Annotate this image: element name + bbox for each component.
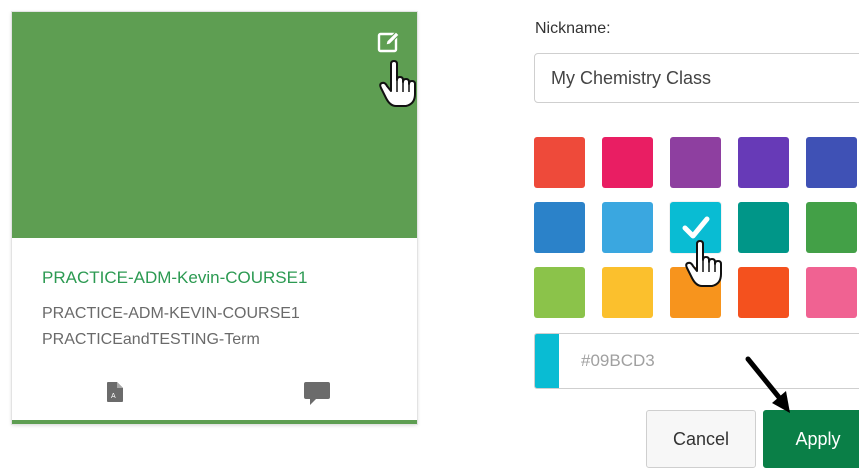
color-swatch[interactable] [670, 267, 721, 318]
course-card-title[interactable]: PRACTICE-ADM-Kevin-COURSE1 [42, 268, 307, 288]
color-swatch[interactable] [534, 267, 585, 318]
color-swatch[interactable] [806, 137, 857, 188]
color-swatch[interactable] [738, 137, 789, 188]
color-swatch[interactable] [806, 202, 857, 253]
color-swatch[interactable] [738, 267, 789, 318]
hex-color-preview [535, 334, 559, 388]
edit-icon[interactable] [377, 30, 401, 54]
nickname-label: Nickname: [535, 20, 611, 37]
chat-icon[interactable] [304, 382, 330, 406]
color-swatch[interactable] [602, 267, 653, 318]
course-card[interactable]: PRACTICE-ADM-Kevin-COURSE1 PRACTICE-ADM-… [12, 12, 417, 424]
hex-color-field[interactable]: #09BCD3 [534, 333, 859, 389]
color-swatch[interactable] [738, 202, 789, 253]
color-swatch[interactable] [534, 137, 585, 188]
checkmark-icon [682, 216, 710, 239]
color-swatch[interactable] [806, 267, 857, 318]
course-card-code: PRACTICE-ADM-KEVIN-COURSE1 [42, 305, 300, 322]
color-swatch[interactable] [602, 137, 653, 188]
document-icon[interactable]: A [107, 382, 123, 402]
color-swatch[interactable] [534, 202, 585, 253]
apply-button[interactable]: Apply [763, 410, 859, 468]
color-swatch[interactable] [602, 202, 653, 253]
course-card-color-bar [12, 420, 417, 424]
course-card-term: PRACTICEandTESTING-Term [42, 331, 260, 348]
color-swatch-selected[interactable] [670, 202, 721, 253]
hex-color-value[interactable]: #09BCD3 [581, 351, 655, 371]
cancel-button[interactable]: Cancel [646, 410, 756, 468]
nickname-input[interactable] [534, 53, 859, 103]
svg-text:A: A [111, 393, 116, 400]
course-card-color-header[interactable] [12, 12, 417, 238]
color-swatch[interactable] [670, 137, 721, 188]
